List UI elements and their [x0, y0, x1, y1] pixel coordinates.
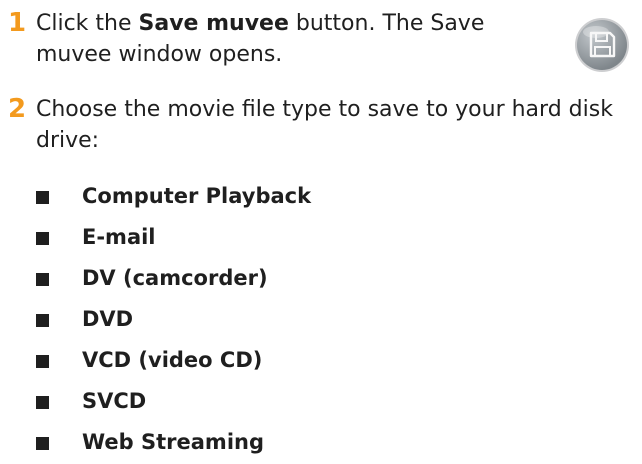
bullet-square-icon — [36, 396, 49, 409]
file-type-label: E-mail — [82, 225, 156, 249]
file-type-item: VCD (video CD) — [36, 340, 596, 381]
file-type-item: DV (camcorder) — [36, 258, 596, 299]
file-type-label: Computer Playback — [82, 184, 312, 208]
step-text: Choose the movie file type to save to yo… — [36, 97, 613, 153]
file-type-item: DVD — [36, 299, 596, 340]
floppy-disk-icon — [575, 18, 629, 72]
file-type-item: E-mail — [36, 217, 596, 258]
file-type-list: Computer Playback E-mail DV (camcorder) … — [36, 176, 596, 463]
file-type-item: SVCD — [36, 381, 596, 422]
bullet-square-icon — [36, 355, 49, 368]
file-type-label: DV (camcorder) — [82, 266, 268, 290]
bullet-square-icon — [36, 191, 49, 204]
step-text-before: Click the — [36, 11, 139, 36]
step-2: 2 Choose the movie file type to save to … — [8, 94, 638, 164]
file-type-label: VCD (video CD) — [82, 348, 263, 372]
step-number: 1 — [8, 8, 27, 38]
file-type-label: SVCD — [82, 389, 147, 413]
file-type-item: Computer Playback — [36, 176, 596, 217]
bullet-square-icon — [36, 273, 49, 286]
step-1: 1 Click the Save muvee button. The Save … — [8, 8, 548, 78]
bullet-square-icon — [36, 232, 49, 245]
save-muvee-label: Save muvee — [138, 11, 289, 36]
file-type-label: Web Streaming — [82, 430, 264, 454]
bullet-square-icon — [36, 437, 49, 450]
step-text: Click the Save muvee button. The Save mu… — [36, 8, 536, 70]
file-type-item: Web Streaming — [36, 422, 596, 463]
bullet-square-icon — [36, 314, 49, 327]
step-number: 2 — [8, 94, 27, 124]
save-muvee-button-icon — [573, 16, 631, 74]
file-type-label: DVD — [82, 307, 134, 331]
